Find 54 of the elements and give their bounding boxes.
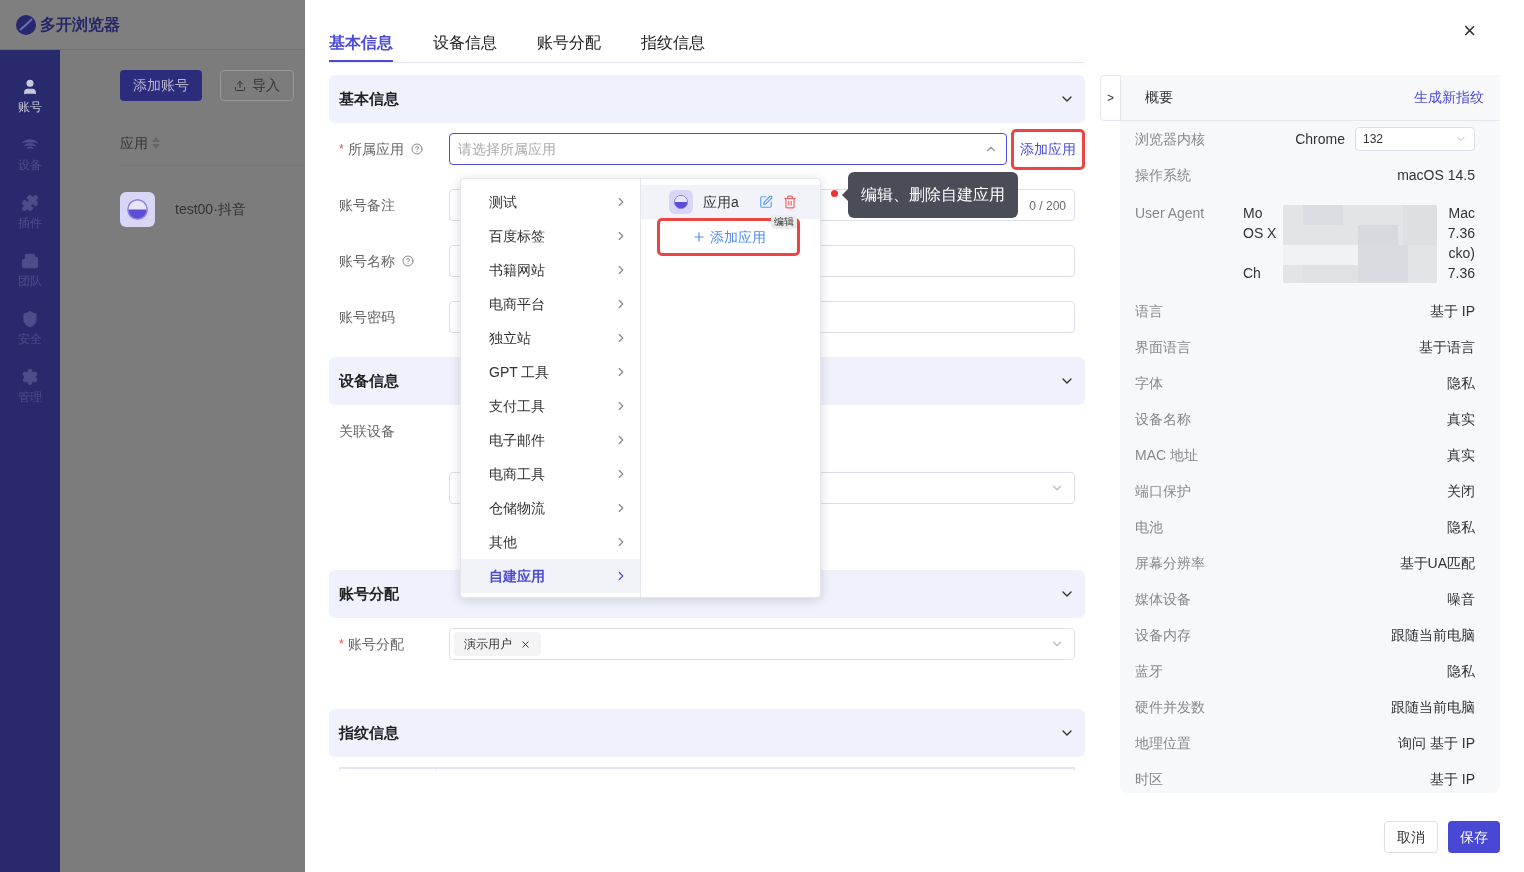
user-agent-fragment: OS X xyxy=(1243,223,1277,243)
summary-label: 时区 xyxy=(1135,769,1163,789)
summary-value: macOS 14.5 xyxy=(1397,165,1475,185)
field-label: 账号名称 xyxy=(339,251,395,271)
summary-value: 噪音 xyxy=(1447,589,1475,609)
user-agent-fragment: 7.36 xyxy=(1447,223,1475,243)
summary-value: 关闭 xyxy=(1447,481,1475,501)
summary-value: 基于语言 xyxy=(1419,337,1475,357)
field-label: 账号备注 xyxy=(339,195,395,215)
user-agent-fragment: cko) xyxy=(1448,243,1475,263)
summary-value: 基于 IP xyxy=(1429,769,1475,789)
summary-value: 基于 IP xyxy=(1429,301,1475,321)
required-mark: * xyxy=(339,141,344,158)
summary-label: 屏幕分辨率 xyxy=(1135,553,1205,573)
user-agent-fragment: Ch xyxy=(1243,263,1261,283)
field-label: 账号分配 xyxy=(347,634,404,654)
summary-label: 端口保护 xyxy=(1135,481,1191,501)
summary-value: 隐私 xyxy=(1447,373,1475,393)
logo-text: 多开浏览器 xyxy=(40,14,120,35)
summary-label: 浏览器内核 xyxy=(1135,129,1205,149)
summary-label: MAC 地址 xyxy=(1135,445,1198,465)
summary-label: User Agent xyxy=(1135,203,1205,223)
user-agent-fragment: Mac xyxy=(1448,203,1475,223)
summary-value: 基于UA匹配 xyxy=(1399,553,1475,573)
field-label: 所属应用 xyxy=(347,139,404,159)
summary-value: 跟随当前电脑 xyxy=(1391,625,1475,645)
summary-value: 询问 基于 IP xyxy=(1398,733,1475,753)
summary-value: Chrome xyxy=(1295,129,1345,149)
summary-label: 媒体设备 xyxy=(1135,589,1191,609)
field-label: 关联设备 xyxy=(339,421,395,441)
user-agent-fragment: Mo xyxy=(1243,203,1263,223)
summary-value: 隐私 xyxy=(1447,661,1475,681)
summary-value: 真实 xyxy=(1447,409,1475,429)
summary-value: 隐私 xyxy=(1447,517,1475,537)
summary-value: 跟随当前电脑 xyxy=(1391,697,1475,717)
field-label: 账号密码 xyxy=(339,307,395,327)
character-counter: 0 / 200 xyxy=(1029,198,1066,215)
table-cell-text: test00·抖音 xyxy=(175,200,246,219)
summary-label: 电池 xyxy=(1135,517,1163,537)
summary-value: 真实 xyxy=(1447,445,1475,465)
summary-label: 蓝牙 xyxy=(1135,661,1163,681)
summary-label: 界面语言 xyxy=(1135,337,1191,357)
edit-hint: 编辑 xyxy=(771,215,797,229)
summary-label: 设备名称 xyxy=(1135,409,1191,429)
summary-label: 语言 xyxy=(1135,301,1163,321)
user-agent-fragment: 7.36 xyxy=(1447,263,1475,283)
summary-label: 字体 xyxy=(1135,373,1163,393)
summary-label: 设备内存 xyxy=(1135,625,1191,645)
summary-title: 概要 xyxy=(1145,88,1173,107)
summary-label: 操作系统 xyxy=(1135,165,1191,185)
summary-label: 地理位置 xyxy=(1135,733,1191,753)
summary-label: 硬件并发数 xyxy=(1135,697,1205,717)
tooltip: 编辑、删除自建应用 xyxy=(842,172,1018,218)
required-mark: * xyxy=(339,636,344,653)
